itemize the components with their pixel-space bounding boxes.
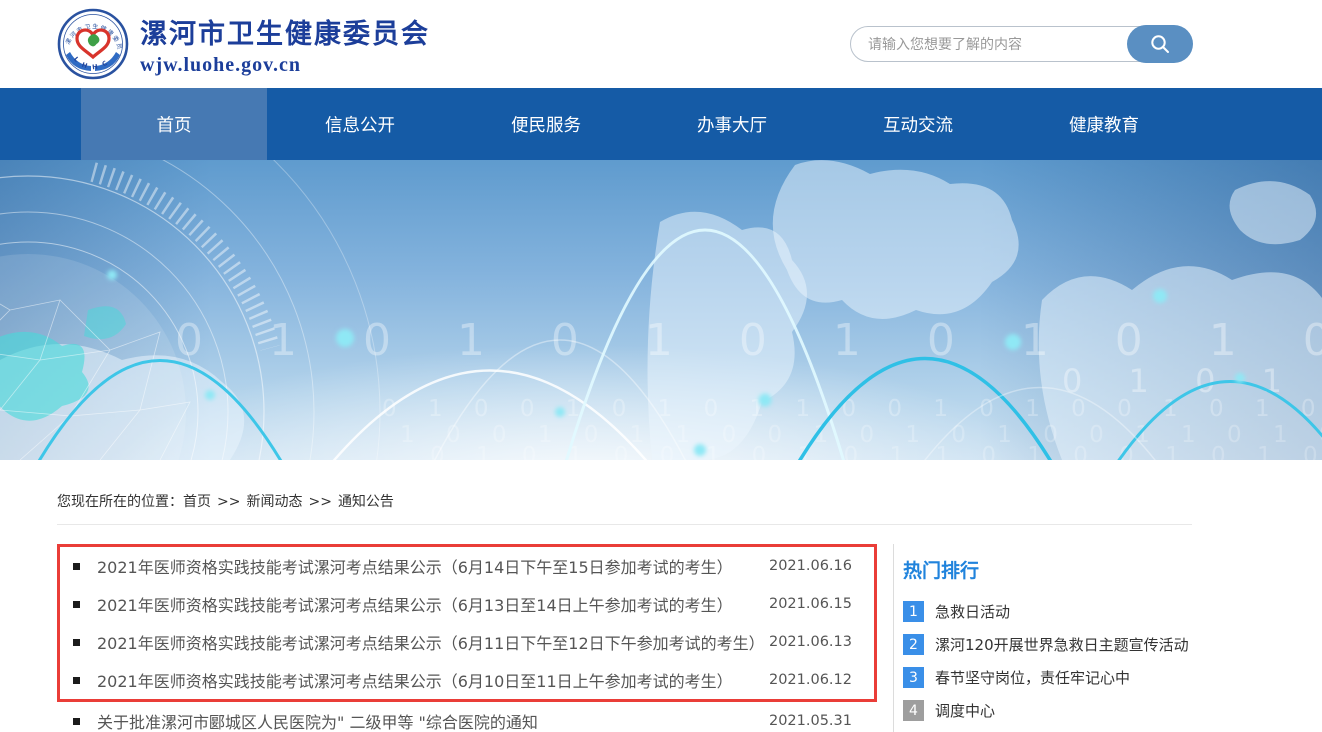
news-item-date: 2021.06.13 (769, 634, 852, 650)
search-icon (1149, 33, 1171, 55)
news-item-title[interactable]: 关于批准漯河市郾城区人民医院为" 二级甲等 "综合医院的通知 (97, 709, 755, 732)
highlight-red-box: 2021年医师资格实践技能考试漯河考点结果公示（6月14日下午至15日参加考试的… (57, 544, 877, 702)
bullet-square-icon (73, 563, 80, 570)
site-name: 漯河市卫生健康委员会 (140, 12, 430, 51)
rank-badge: 4 (903, 700, 924, 721)
main-nav: 首页信息公开便民服务办事大厅互动交流健康教育 (0, 88, 1322, 160)
news-list: 2021年医师资格实践技能考试漯河考点结果公示（6月14日下午至15日参加考试的… (57, 544, 877, 732)
rank-badge: 3 (903, 667, 924, 688)
nav-item-home[interactable]: 首页 (81, 88, 267, 160)
binary-row: 0 1 0 1 0 1 (1062, 362, 1322, 400)
rank-item: 3 春节坚守岗位，责任牢记心中 (903, 661, 1192, 694)
rank-item-label[interactable]: 急救日活动 (935, 601, 1010, 622)
site-logo-icon: 漯河市卫生健康委员会 L H H C (57, 8, 129, 80)
breadcrumb-link-2[interactable]: 通知公告 (338, 494, 394, 510)
nav-item-interaction[interactable]: 互动交流 (825, 88, 1011, 160)
site-branding: 漯河市卫生健康委员会 L H H C 漯河市卫生健康委员会 wjw.luohe.… (57, 8, 430, 80)
news-item-title[interactable]: 2021年医师资格实践技能考试漯河考点结果公示（6月10日至11日上午参加考试的… (97, 668, 755, 692)
rank-item-label[interactable]: 春节坚守岗位，责任牢记心中 (935, 667, 1130, 688)
news-item-title[interactable]: 2021年医师资格实践技能考试漯河考点结果公示（6月14日下午至15日参加考试的… (97, 554, 755, 578)
hero-banner: 0 1 0 1 0 1 0 1 0 1 0 1 0 1 0 1 0 1 0 1 … (0, 160, 1322, 460)
rank-item-label[interactable]: 漯河120开展世界急救日主题宣传活动 (935, 634, 1189, 655)
nav-item-health-education[interactable]: 健康教育 (1011, 88, 1197, 160)
breadcrumb: 您现在所在的位置：首页 >> 新闻动态 >> 通知公告 (57, 460, 1192, 525)
breadcrumb-link-0[interactable]: 首页 (183, 494, 211, 510)
news-item: 2021年医师资格实践技能考试漯河考点结果公示（6月10日至11日上午参加考试的… (60, 661, 874, 699)
news-item-date: 2021.06.12 (769, 672, 852, 688)
content-area: 您现在所在的位置：首页 >> 新闻动态 >> 通知公告 2021年医师资格实践技能考试漯… (57, 460, 1192, 732)
news-item: 2021年医师资格实践技能考试漯河考点结果公示（6月14日下午至15日参加考试的… (60, 547, 874, 585)
news-item-date: 2021.06.16 (769, 558, 852, 574)
news-item: 关于批准漯河市郾城区人民医院为" 二级甲等 "综合医院的通知 2021.05.31 (60, 702, 874, 732)
news-item-title[interactable]: 2021年医师资格实践技能考试漯河考点结果公示（6月11日下午至12日下午参加考… (97, 630, 755, 654)
rank-item: 4 调度中心 (903, 694, 1192, 727)
hot-ranking-title: 热门排行 (903, 556, 1192, 583)
rank-badge: 1 (903, 601, 924, 622)
breadcrumb-prefix: 您现在所在的位置： (57, 494, 183, 510)
bullet-square-icon (73, 677, 80, 684)
rank-badge: 2 (903, 634, 924, 655)
rank-item: 5最美护士 (903, 727, 1192, 732)
bullet-square-icon (73, 718, 80, 725)
site-header: 漯河市卫生健康委员会 L H H C 漯河市卫生健康委员会 wjw.luohe.… (0, 0, 1322, 88)
news-item-date: 2021.05.31 (769, 713, 852, 729)
news-item-title[interactable]: 2021年医师资格实践技能考试漯河考点结果公示（6月13日至14日上午参加考试的… (97, 592, 755, 616)
search-bar (850, 26, 1192, 62)
news-item-date: 2021.06.15 (769, 596, 852, 612)
site-url: wjw.luohe.gov.cn (140, 54, 430, 77)
breadcrumb-link-1[interactable]: 新闻动态 (246, 494, 302, 510)
bullet-square-icon (73, 639, 80, 646)
news-item: 2021年医师资格实践技能考试漯河考点结果公示（6月11日下午至12日下午参加考… (60, 623, 874, 661)
nav-item-service-hall[interactable]: 办事大厅 (639, 88, 825, 160)
bullet-square-icon (73, 601, 80, 608)
nav-item-info-disclosure[interactable]: 信息公开 (267, 88, 453, 160)
hot-ranking-panel: 热门排行 1 急救日活动 2 漯河120开展世界急救日主题宣传活动 3 春节坚守岗位，责任… (893, 544, 1192, 732)
hero-banner-art: 0 1 0 1 0 1 0 1 0 1 0 1 0 1 0 1 0 1 0 1 … (0, 160, 1322, 460)
search-button[interactable] (1127, 25, 1193, 63)
nav-item-public-services[interactable]: 便民服务 (453, 88, 639, 160)
rank-item: 2 漯河120开展世界急救日主题宣传活动 (903, 628, 1192, 661)
rank-item-label[interactable]: 调度中心 (935, 700, 995, 721)
breadcrumb-separator: >> (217, 494, 240, 510)
binary-row: 0 1 0 0 1 0 1 0 1 1 0 0 1 0 1 0 0 1 0 1 … (382, 396, 1322, 422)
breadcrumb-separator: >> (308, 494, 331, 510)
news-item: 2021年医师资格实践技能考试漯河考点结果公示（6月13日至14日上午参加考试的… (60, 585, 874, 623)
rank-item: 1 急救日活动 (903, 595, 1192, 628)
binary-row: 0 1 0 1 0 0 1 0 1 0 1 1 0 1 0 0 1 0 1 0 … (430, 443, 1322, 460)
